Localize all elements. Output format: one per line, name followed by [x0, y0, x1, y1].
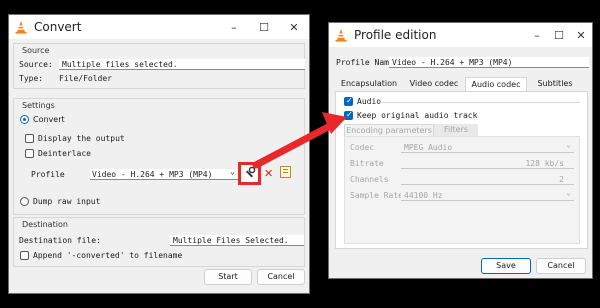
sample-rate-select: 44100 Hz ⌄	[401, 188, 574, 201]
maximize-icon[interactable]: ☐	[249, 15, 279, 39]
profile-name-label: Profile Name	[336, 58, 394, 67]
append-converted-label: Append '-converted' to filename	[33, 251, 183, 260]
close-icon[interactable]: ✕	[279, 15, 309, 39]
wrench-icon[interactable]	[243, 166, 256, 179]
deinterlace-label: Deinterlace	[38, 149, 91, 158]
convert-title: Convert	[34, 20, 82, 34]
keep-original-label: Keep original audio track	[357, 111, 478, 120]
new-profile-icon[interactable]	[280, 166, 291, 178]
profile-titlebar[interactable]: Profile edition – ☐ ✕	[329, 23, 592, 47]
chevron-down-icon: ⌄	[230, 167, 235, 176]
start-button[interactable]: Start	[204, 269, 252, 285]
profile-title: Profile edition	[354, 28, 437, 42]
deinterlace-checkbox[interactable]	[25, 149, 34, 158]
tab-video-codec[interactable]: Video codec	[403, 77, 465, 91]
cancel-button[interactable]: Cancel	[257, 269, 305, 285]
dump-raw-radio[interactable]	[20, 197, 29, 206]
source-group: Source Source: Multiple files selected. …	[13, 43, 305, 89]
source-group-title: Source	[22, 46, 50, 55]
tab-encapsulation[interactable]: Encapsulation	[335, 77, 403, 91]
destination-file-field[interactable]: Multiple Files Selected.	[170, 235, 304, 246]
bitrate-value: 128 kb/s	[525, 159, 564, 168]
append-converted-checkbox[interactable]	[20, 251, 29, 260]
settings-group: Settings Convert Display the output Dein…	[13, 98, 305, 215]
close-icon[interactable]: ✕	[570, 23, 592, 47]
source-field[interactable]: Multiple files selected.	[59, 59, 305, 70]
settings-group-title: Settings	[22, 101, 55, 110]
profile-name-field[interactable]: Video - H.264 + MP3 (MP4)	[389, 57, 589, 68]
tab-panel: Audio Keep original audio track Encoding…	[335, 91, 588, 249]
convert-radio[interactable]	[20, 115, 29, 124]
source-label: Source:	[19, 60, 53, 69]
channels-label: Channels	[350, 175, 389, 184]
convert-radio-label: Convert	[33, 115, 65, 124]
encoding-panel: Codec MPEG Audio ⌄ Bitrate 128 kb/s Chan…	[344, 136, 580, 244]
bitrate-spinbox: 128 kb/s	[401, 158, 574, 169]
profile-window: Profile edition – ☐ ✕ Profile Name Video…	[328, 22, 593, 279]
codec-value: MPEG Audio	[404, 143, 453, 152]
display-output-label: Display the output	[38, 134, 125, 143]
display-output-checkbox[interactable]	[25, 134, 34, 143]
audio-checkbox[interactable]	[344, 96, 353, 106]
codec-select: MPEG Audio ⌄	[401, 140, 574, 153]
keep-original-checkbox[interactable]	[344, 110, 353, 120]
destination-file-label: Destination file:	[19, 236, 101, 245]
dump-raw-label: Dump raw input	[33, 197, 101, 206]
destination-group: Destination Destination file: Multiple F…	[13, 217, 305, 267]
delete-profile-icon[interactable]: ✕	[264, 167, 273, 180]
subtab-filters: Filters	[434, 124, 478, 136]
chevron-down-icon: ⌄	[566, 188, 571, 197]
minimize-icon[interactable]: –	[526, 23, 548, 47]
chevron-down-icon: ⌄	[566, 140, 571, 149]
profile-select-value: Video - H.264 + MP3 (MP4)	[92, 170, 213, 179]
profile-label: Profile	[31, 170, 65, 179]
channels-value: 2	[559, 175, 564, 184]
tab-bar: Encapsulation Video codec Audio codec Su…	[335, 77, 588, 91]
channels-spinbox: 2	[401, 174, 574, 185]
bitrate-label: Bitrate	[350, 159, 384, 168]
convert-window: Convert – ☐ ✕ Source Source: Multiple fi…	[8, 14, 310, 294]
vlc-cone-icon	[14, 20, 28, 34]
subtab-bar: Encoding parameters Filters	[344, 124, 484, 136]
destination-group-title: Destination	[22, 220, 68, 229]
type-label: Type:	[19, 74, 44, 83]
convert-titlebar[interactable]: Convert – ☐ ✕	[9, 15, 309, 39]
maximize-icon[interactable]: ☐	[548, 23, 570, 47]
audio-divider	[380, 102, 580, 103]
profile-cancel-button[interactable]: Cancel	[536, 258, 586, 274]
sample-rate-value: 44100 Hz	[404, 191, 443, 200]
sample-rate-label: Sample Rate	[350, 191, 403, 200]
tab-subtitles[interactable]: Subtitles	[527, 77, 583, 91]
codec-label: Codec	[350, 143, 375, 152]
profile-select[interactable]: Video - H.264 + MP3 (MP4) ⌄	[90, 167, 238, 180]
subtab-encoding-parameters: Encoding parameters	[344, 124, 434, 136]
minimize-icon[interactable]: –	[219, 15, 249, 39]
tab-audio-codec[interactable]: Audio codec	[465, 77, 527, 91]
type-value: File/Folder	[59, 74, 112, 83]
vlc-cone-icon	[334, 28, 348, 42]
save-button[interactable]: Save	[481, 258, 531, 274]
audio-label: Audio	[357, 97, 382, 106]
